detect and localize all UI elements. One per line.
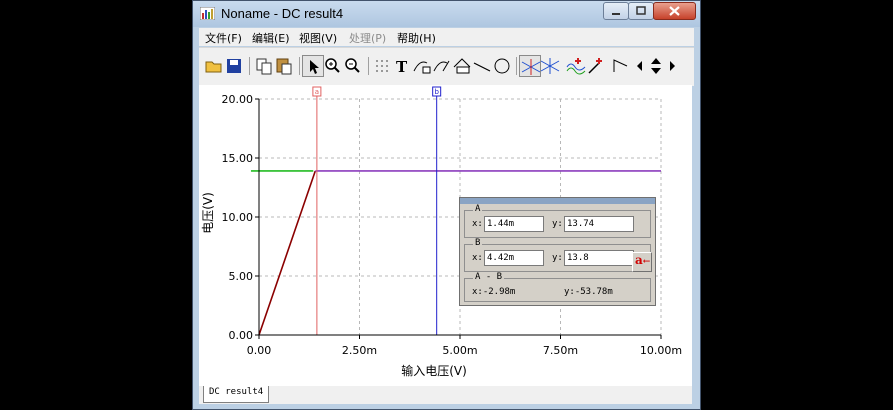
left-arrow-icon: ← <box>642 257 651 267</box>
cursor-readout-panel[interactable]: A x: 1.44m y: 13.74 B x: 4.42m y: 13.8 a… <box>459 197 656 306</box>
panel-title-bar[interactable] <box>460 198 655 204</box>
cursor-diff-y: y:-53.78m <box>564 287 613 297</box>
marker-icon[interactable] <box>585 55 607 77</box>
y-tick-label: 15.00 <box>222 152 254 165</box>
window-title: Noname - DC result4 <box>221 6 344 21</box>
grid-icon[interactable] <box>371 55 393 77</box>
cursor-b-x-label: x: <box>472 253 483 263</box>
x-tick-label: 10.00m <box>640 344 682 357</box>
menu-file[interactable]: 文件(F) <box>205 30 242 46</box>
cursor-a-y-label: y: <box>552 219 563 229</box>
scroll-updown-icon[interactable] <box>648 55 664 77</box>
ellipse-icon[interactable] <box>491 55 513 77</box>
cursor-b-label: B <box>473 238 483 248</box>
x-tick-label: 0.00 <box>247 344 272 357</box>
toolbar: T <box>199 47 694 86</box>
x-axis-label: 输入电压(V) <box>401 363 467 378</box>
data-label-icon[interactable] <box>451 55 473 77</box>
cursor-a-icon[interactable] <box>519 55 541 77</box>
cursor-b-flag-label: b <box>434 88 439 96</box>
copy-icon[interactable] <box>253 55 275 77</box>
cursor-b-y-field[interactable]: 13.8 <box>564 250 634 266</box>
line-icon[interactable] <box>471 55 493 77</box>
y-tick-label: 10.00 <box>222 211 254 224</box>
menu-help[interactable]: 帮助(H) <box>397 30 436 46</box>
close-button[interactable] <box>653 2 696 20</box>
svg-text:T: T <box>396 58 408 76</box>
open-icon[interactable] <box>203 55 225 77</box>
cursor-b-x-field[interactable]: 4.42m <box>484 250 544 266</box>
cursor-diff-group: A - B x:-2.98m y:-53.78m <box>464 272 651 302</box>
zoom-out-icon[interactable] <box>342 55 364 77</box>
bars-icon <box>200 7 215 20</box>
y-tick-label: 5.00 <box>229 270 254 283</box>
x-tick-label: 5.00m <box>442 344 477 357</box>
swap-cursor-label: a <box>635 253 643 267</box>
y-tick-label: 20.00 <box>222 93 254 106</box>
menu-bar: 文件(F) 编辑(E) 视图(V) 处理(P) 帮助(H) <box>199 28 694 46</box>
cursor-b-group: B x: 4.42m y: 13.8 <box>464 238 651 272</box>
minimize-button[interactable] <box>603 2 629 20</box>
maximize-button[interactable] <box>628 2 654 20</box>
cursor-a-label: A <box>473 204 483 214</box>
title-bar[interactable]: Noname - DC result4 <box>193 1 700 27</box>
x-tick-label: 2.50m <box>342 344 377 357</box>
pointer-icon[interactable] <box>302 55 324 77</box>
zoom-in-icon[interactable] <box>322 55 344 77</box>
cursor-a-y-field[interactable]: 13.74 <box>564 216 634 232</box>
result-tab[interactable]: DC result4 <box>203 386 270 403</box>
menu-view[interactable]: 视图(V) <box>299 30 337 46</box>
cursor-diff-x: x:-2.98m <box>472 287 516 297</box>
swap-cursor-button[interactable]: a← <box>632 252 652 272</box>
menu-process[interactable]: 处理(P) <box>349 30 386 46</box>
app-window: Noname - DC result4 文件(F) 编辑(E) 视图(V) 处理… <box>192 0 701 410</box>
scroll-left-icon[interactable] <box>634 55 646 77</box>
cursor-a-flag-label: a <box>315 88 319 96</box>
cursor-a-group: A x: 1.44m y: 13.74 <box>464 204 651 238</box>
cursor-b-icon[interactable] <box>539 55 561 77</box>
label-icon[interactable] <box>411 55 433 77</box>
y-tick-label: 0.00 <box>229 329 254 342</box>
x-tick-label: 7.50m <box>543 344 578 357</box>
cursor-a-x-field[interactable]: 1.44m <box>484 216 544 232</box>
save-icon[interactable] <box>223 55 245 77</box>
cursor-b-y-label: y: <box>552 253 563 263</box>
cursor-a-x-label: x: <box>472 219 483 229</box>
arrow-label-icon[interactable] <box>431 55 453 77</box>
y-axis-label: 电压(V) <box>201 192 215 234</box>
wave-icon[interactable] <box>610 55 632 77</box>
menu-edit[interactable]: 编辑(E) <box>252 30 290 46</box>
paste-icon[interactable] <box>273 55 295 77</box>
text-icon[interactable]: T <box>391 55 413 77</box>
status-bar: DC result4 <box>199 386 692 404</box>
graph-area: a b 0.00 2.50m 5.00m 7.50m 10.00m 0.00 5.00 10.0… <box>199 85 692 386</box>
cursor-diff-label: A - B <box>473 272 505 282</box>
add-marker-icon[interactable] <box>565 55 587 77</box>
series-line <box>258 170 317 336</box>
scroll-right-icon[interactable] <box>666 55 678 77</box>
